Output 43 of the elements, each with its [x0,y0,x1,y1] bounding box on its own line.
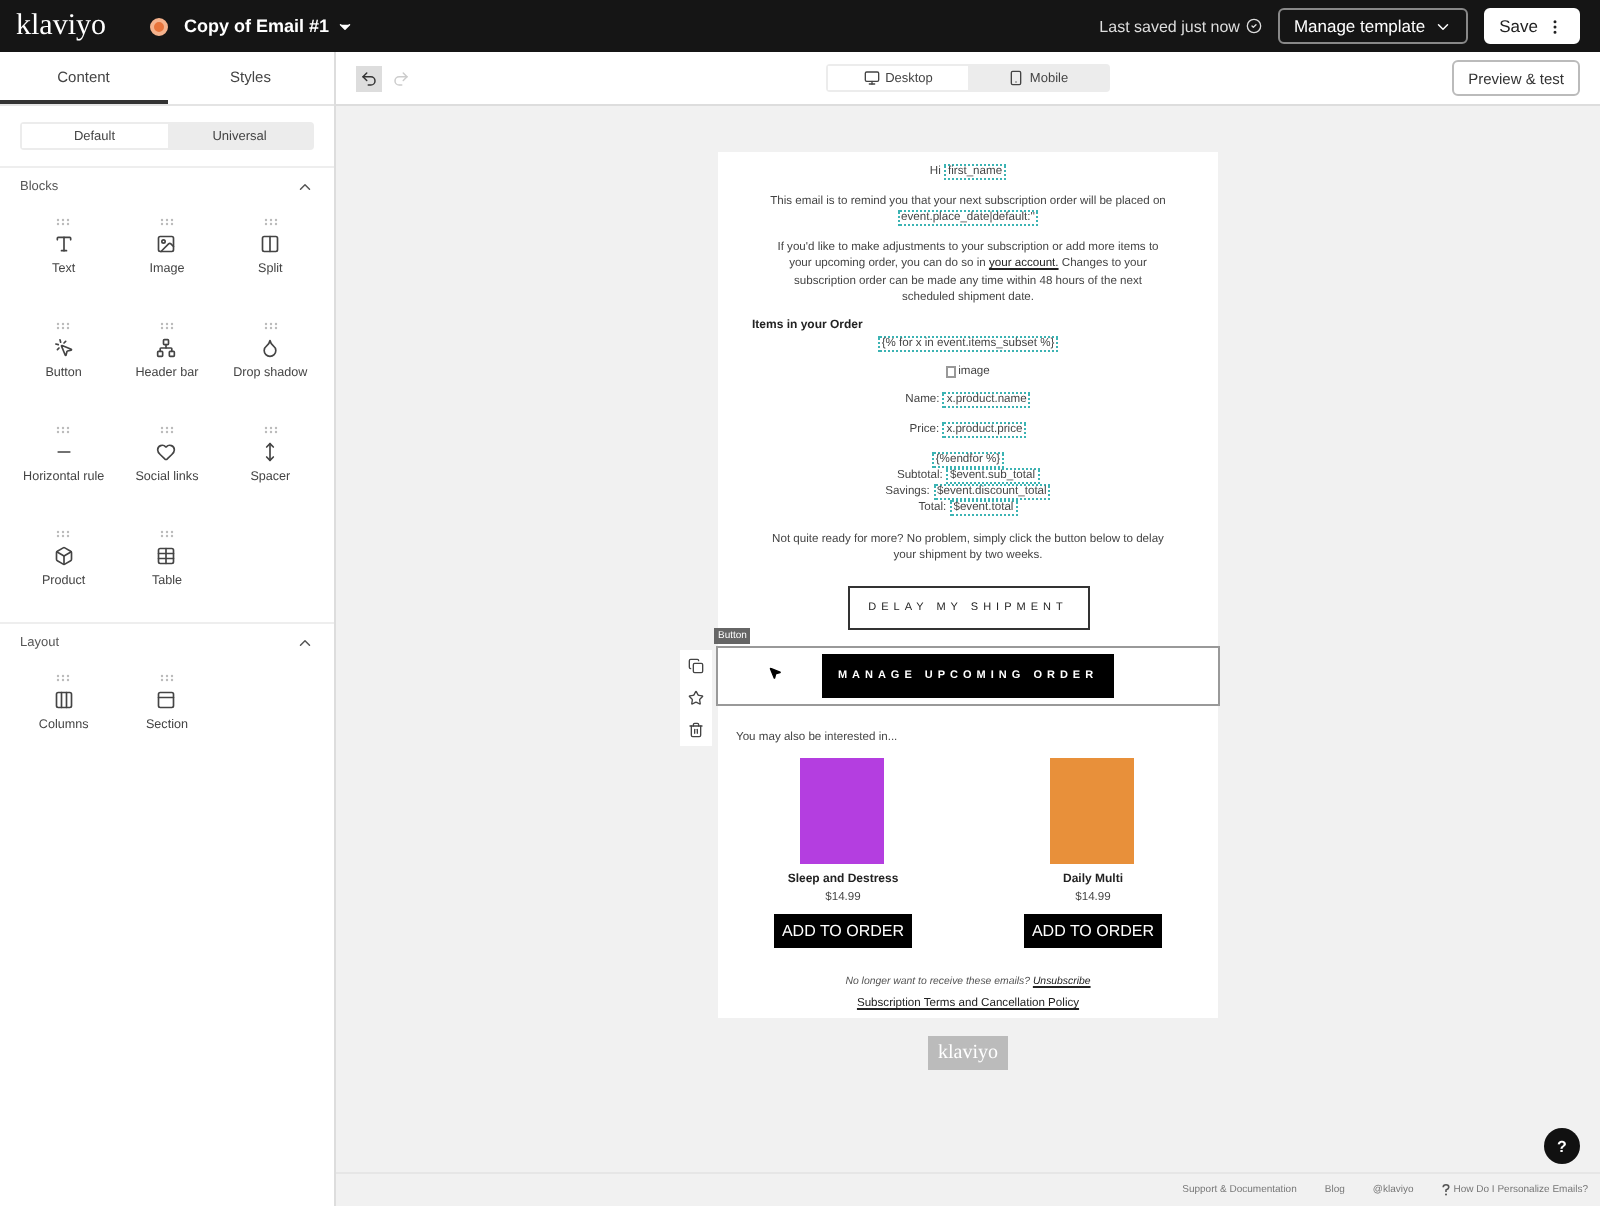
table-icon [156,546,177,566]
monitor-icon [863,70,880,86]
drag-handle-icon[interactable] [159,322,174,330]
drag-handle-icon[interactable] [56,426,71,434]
add-to-order-button[interactable]: ADD TO ORDER [773,913,913,948]
chevron-up-icon [296,634,314,652]
columns-icon [53,690,74,710]
drag-handle-icon[interactable] [56,218,71,226]
nodes-icon [156,338,177,358]
broken-image-icon [946,365,957,378]
chevron-up-icon [296,178,314,196]
droplet-icon [260,338,281,358]
check-circle-icon [1245,18,1262,34]
drag-handle-icon[interactable] [56,530,71,538]
drag-handle-icon[interactable] [263,426,278,434]
drag-handle-icon[interactable] [159,674,174,682]
phone-icon [1007,70,1024,86]
drag-handle-icon[interactable] [159,218,174,226]
footer-logo: klaviyo [928,1035,1008,1070]
split-icon [260,234,281,254]
drag-handle-icon[interactable] [263,218,278,226]
text-icon [53,234,74,254]
drag-handle-icon[interactable] [159,426,174,434]
heart-icon [156,442,177,462]
logo: klaviyo [16,9,106,43]
question-mark-icon [1441,1184,1450,1196]
layout-icon [156,690,177,710]
save-button[interactable]: Save [1483,8,1580,44]
cursor-click-icon [53,338,74,358]
email-title[interactable]: Copy of Email #1 [184,16,354,36]
drag-handle-icon[interactable] [56,322,71,330]
drag-handle-icon[interactable] [56,674,71,682]
help-button[interactable]: ? [1544,1128,1580,1164]
image-icon [156,234,177,254]
undo-icon[interactable] [356,65,382,91]
cube-icon [53,546,74,566]
save-status: Last saved just now [1099,17,1240,35]
drag-handle-icon[interactable] [263,322,278,330]
cursor-icon [768,665,782,680]
status-dot-icon [150,17,168,35]
add-to-order-button[interactable]: ADD TO ORDER [1023,913,1163,948]
drag-handle-icon[interactable] [159,530,174,538]
manage-template-button[interactable]: Manage template [1277,8,1468,44]
